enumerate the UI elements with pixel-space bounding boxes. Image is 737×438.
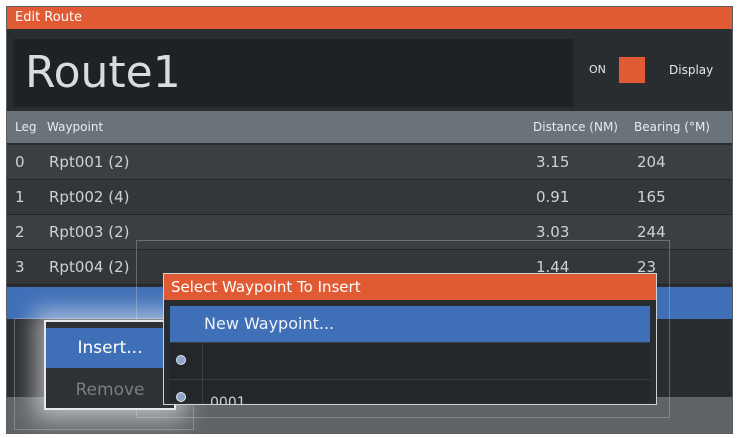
cell-distance: 3.15: [536, 153, 570, 171]
display-toggle-state: ON: [589, 63, 606, 76]
table-row[interactable]: 1 Rpt002 (4) 0.91 165: [7, 180, 732, 215]
cell-bearing: 244: [637, 223, 666, 241]
cell-waypoint: Rpt002 (4): [49, 188, 130, 206]
route-name-field[interactable]: Route1: [13, 39, 573, 107]
cell-bearing: 165: [637, 188, 666, 206]
select-waypoint-dialog: Select Waypoint To Insert New Waypoint..…: [163, 273, 657, 405]
list-item[interactable]: 0001: [170, 380, 650, 405]
header-bearing: Bearing (°M): [634, 120, 710, 134]
cell-leg: 3: [15, 258, 25, 276]
header-waypoint: Waypoint: [47, 120, 104, 134]
table-header: Leg Waypoint Distance (NM) Bearing (°M): [7, 111, 732, 143]
cell-leg: 2: [15, 223, 25, 241]
cell-waypoint: Rpt003 (2): [49, 223, 130, 241]
cell-waypoint: Rpt001 (2): [49, 153, 130, 171]
list-item[interactable]: [170, 343, 650, 380]
dialog-title: Select Waypoint To Insert: [164, 274, 656, 300]
header-leg: Leg: [15, 120, 37, 134]
route-name: Route1: [25, 47, 181, 98]
column-divider: [202, 343, 203, 379]
display-toggle[interactable]: [619, 57, 645, 83]
insert-menu-item[interactable]: Insert...: [46, 328, 174, 368]
cell-bearing: 204: [637, 153, 666, 171]
cell-distance: 0.91: [536, 188, 570, 206]
window-title: Edit Route: [7, 7, 732, 29]
display-label: Display: [669, 63, 714, 77]
table-row[interactable]: 2 Rpt003 (2) 3.03 244: [7, 215, 732, 250]
waypoint-icon: [176, 392, 186, 402]
list-item-label: 0001: [210, 395, 246, 405]
waypoint-icon: [176, 355, 186, 365]
table-row[interactable]: 0 Rpt001 (2) 3.15 204: [7, 145, 732, 180]
list-item-label: New Waypoint...: [204, 314, 335, 333]
context-menu: Insert... Remove: [44, 320, 176, 410]
list-item-new-waypoint[interactable]: New Waypoint...: [170, 306, 650, 343]
header-distance: Distance (NM): [533, 120, 618, 134]
cell-leg: 1: [15, 188, 25, 206]
column-divider: [202, 380, 203, 404]
cell-distance: 3.03: [536, 223, 570, 241]
cell-waypoint: Rpt004 (2): [49, 258, 130, 276]
cell-leg: 0: [15, 153, 25, 171]
remove-menu-item[interactable]: Remove: [46, 370, 174, 410]
waypoint-list[interactable]: New Waypoint... 0001: [170, 306, 650, 405]
